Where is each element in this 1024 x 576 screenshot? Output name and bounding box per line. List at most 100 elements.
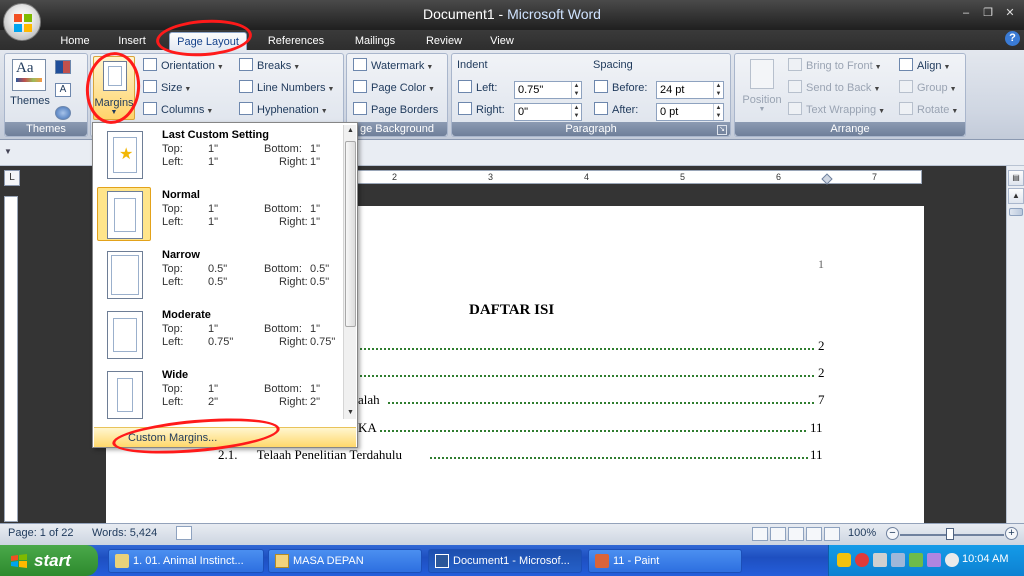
- menu-scrollbar[interactable]: ▲ ▼: [343, 125, 356, 419]
- margin-option-last-custom[interactable]: ★ Last Custom Setting Top: 1" Bottom: 1"…: [95, 125, 341, 183]
- menu-scroll-down-icon[interactable]: ▼: [345, 407, 356, 419]
- word-count[interactable]: Words: 5,424: [92, 527, 157, 539]
- tray-network-icon[interactable]: [873, 553, 887, 567]
- tab-view[interactable]: View: [484, 32, 520, 50]
- toc-row[interactable]: 2.1. Telaah Penelitian Terdahulu 11: [218, 447, 828, 465]
- watermark-button[interactable]: Watermark ▼: [353, 57, 433, 76]
- group-icon: [899, 80, 913, 93]
- size-button[interactable]: Size ▼: [143, 79, 191, 98]
- tab-mailings[interactable]: Mailings: [346, 32, 404, 50]
- customize-toolbar-icon[interactable]: ▼: [4, 147, 12, 156]
- tab-selector-icon[interactable]: L: [4, 170, 20, 186]
- custom-margins-button[interactable]: Custom Margins...: [94, 427, 356, 447]
- tab-home[interactable]: Home: [54, 32, 96, 50]
- toc-entry-text: KA: [358, 420, 377, 435]
- hyphenation-button[interactable]: Hyphenation ▼: [239, 101, 328, 120]
- margin-option-normal[interactable]: Normal Top: 1" Bottom: 1" Left: 1" Right…: [95, 185, 341, 243]
- rotate-icon: [899, 102, 913, 115]
- minimize-button[interactable]: –: [956, 5, 976, 21]
- office-button[interactable]: [3, 3, 41, 41]
- theme-colors-icon[interactable]: [55, 60, 71, 74]
- page-number: 1: [818, 257, 824, 271]
- zoom-in-icon[interactable]: +: [1005, 527, 1018, 540]
- spacing-after-input[interactable]: 0 pt ▲ ▼: [656, 103, 724, 121]
- page-color-button[interactable]: Page Color ▼: [353, 79, 435, 98]
- toc-row[interactable]: KA 11: [358, 420, 828, 438]
- toc-row[interactable]: 2: [358, 338, 828, 356]
- taskbar-clock[interactable]: 10:04 AM: [962, 553, 1008, 565]
- arrange-group-label: Arrange: [735, 122, 965, 136]
- zoom-slider-thumb[interactable]: [946, 528, 954, 540]
- right-indent-marker[interactable]: [821, 173, 833, 185]
- toc-leader: [388, 392, 814, 404]
- spacing-after-icon: [594, 102, 608, 115]
- orientation-button[interactable]: Orientation ▼: [143, 57, 224, 76]
- columns-button[interactable]: Columns ▼: [143, 101, 213, 120]
- zoom-level[interactable]: 100%: [848, 527, 876, 539]
- full-screen-reading-icon[interactable]: [770, 527, 786, 541]
- indent-left-input[interactable]: 0.75" ▲ ▼: [514, 81, 582, 99]
- outline-view-icon[interactable]: [806, 527, 822, 541]
- toc-row[interactable]: alah 7: [358, 392, 828, 410]
- scroll-thumb[interactable]: [1009, 208, 1023, 216]
- tray-volume-icon[interactable]: [891, 553, 905, 567]
- align-button[interactable]: Align ▼: [899, 57, 950, 76]
- task-paint[interactable]: 11 - Paint: [588, 549, 742, 573]
- tab-insert[interactable]: Insert: [112, 32, 152, 50]
- spacing-before-input[interactable]: 24 pt ▲ ▼: [656, 81, 724, 99]
- ruler-toggle-icon[interactable]: ▤: [1008, 170, 1024, 186]
- tray-antivirus-icon[interactable]: [855, 553, 869, 567]
- margin-option-wide[interactable]: Wide Top: 1" Bottom: 1" Left: 2" Right: …: [95, 365, 341, 423]
- page-borders-button[interactable]: Page Borders: [353, 101, 438, 120]
- send-to-back-button[interactable]: Send to Back ▼: [788, 79, 880, 98]
- paragraph-dialog-launcher-icon[interactable]: ↘: [717, 125, 727, 135]
- tab-references[interactable]: References: [262, 32, 330, 50]
- text-wrapping-button[interactable]: Text Wrapping ▼: [788, 101, 885, 120]
- proofing-icon[interactable]: [176, 526, 192, 540]
- indent-right-input[interactable]: 0" ▲ ▼: [514, 103, 582, 121]
- tab-page-layout[interactable]: Page Layout: [169, 32, 247, 50]
- themes-button[interactable]: Themes: [10, 95, 50, 107]
- themes-icon[interactable]: Aa: [12, 59, 46, 91]
- toc-leader: [380, 420, 806, 432]
- group-button[interactable]: Group ▼: [899, 79, 957, 98]
- zoom-out-icon[interactable]: −: [886, 527, 899, 540]
- position-icon: [750, 59, 774, 89]
- position-button[interactable]: Position ▼: [740, 57, 784, 119]
- draft-view-icon[interactable]: [824, 527, 840, 541]
- toc-page-number: 2: [818, 365, 825, 380]
- bring-to-front-button[interactable]: Bring to Front ▼: [788, 57, 882, 76]
- line-numbers-button[interactable]: Line Numbers ▼: [239, 79, 334, 98]
- window-title: Document1 - Microsoft Word: [423, 6, 601, 22]
- menu-scroll-thumb[interactable]: [345, 141, 356, 327]
- task-masa-depan[interactable]: MASA DEPAN: [268, 549, 422, 573]
- menu-scroll-up-icon[interactable]: ▲: [345, 125, 356, 137]
- margins-dropdown-menu: ★ Last Custom Setting Top: 1" Bottom: 1"…: [92, 122, 358, 448]
- toc-page-number: 2: [818, 338, 825, 353]
- close-button[interactable]: ✕: [1000, 5, 1020, 21]
- scroll-up-icon[interactable]: ▲: [1008, 188, 1024, 204]
- tray-settings-icon[interactable]: [945, 553, 959, 567]
- page-count[interactable]: Page: 1 of 22: [8, 527, 73, 539]
- restore-button[interactable]: ❐: [978, 5, 998, 21]
- margin-option-moderate[interactable]: Moderate Top: 1" Bottom: 1" Left: 0.75" …: [95, 305, 341, 363]
- margin-option-narrow[interactable]: Narrow Top: 0.5" Bottom: 0.5" Left: 0.5"…: [95, 245, 341, 303]
- web-layout-icon[interactable]: [788, 527, 804, 541]
- theme-fonts-icon[interactable]: A: [55, 83, 71, 97]
- ruler-label: 5: [680, 172, 686, 182]
- tab-review[interactable]: Review: [420, 32, 468, 50]
- task-animal-instinct[interactable]: 1. 01. Animal Instinct...: [108, 549, 264, 573]
- vertical-scrollbar[interactable]: ▤ ▲: [1006, 166, 1024, 523]
- toc-row[interactable]: 2: [358, 365, 828, 383]
- margins-button[interactable]: Margins ▼: [93, 56, 135, 120]
- tray-device-icon[interactable]: [909, 553, 923, 567]
- rotate-button[interactable]: Rotate ▼: [899, 101, 958, 120]
- task-document1-word[interactable]: Document1 - Microsof...: [428, 549, 582, 573]
- help-icon[interactable]: ?: [1005, 31, 1020, 46]
- theme-effects-icon[interactable]: [55, 106, 71, 120]
- breaks-button[interactable]: Breaks ▼: [239, 57, 300, 76]
- vertical-ruler[interactable]: [4, 196, 18, 522]
- tray-app-icon[interactable]: [927, 553, 941, 567]
- print-layout-view-icon[interactable]: [752, 527, 768, 541]
- tray-shield-icon[interactable]: [837, 553, 851, 567]
